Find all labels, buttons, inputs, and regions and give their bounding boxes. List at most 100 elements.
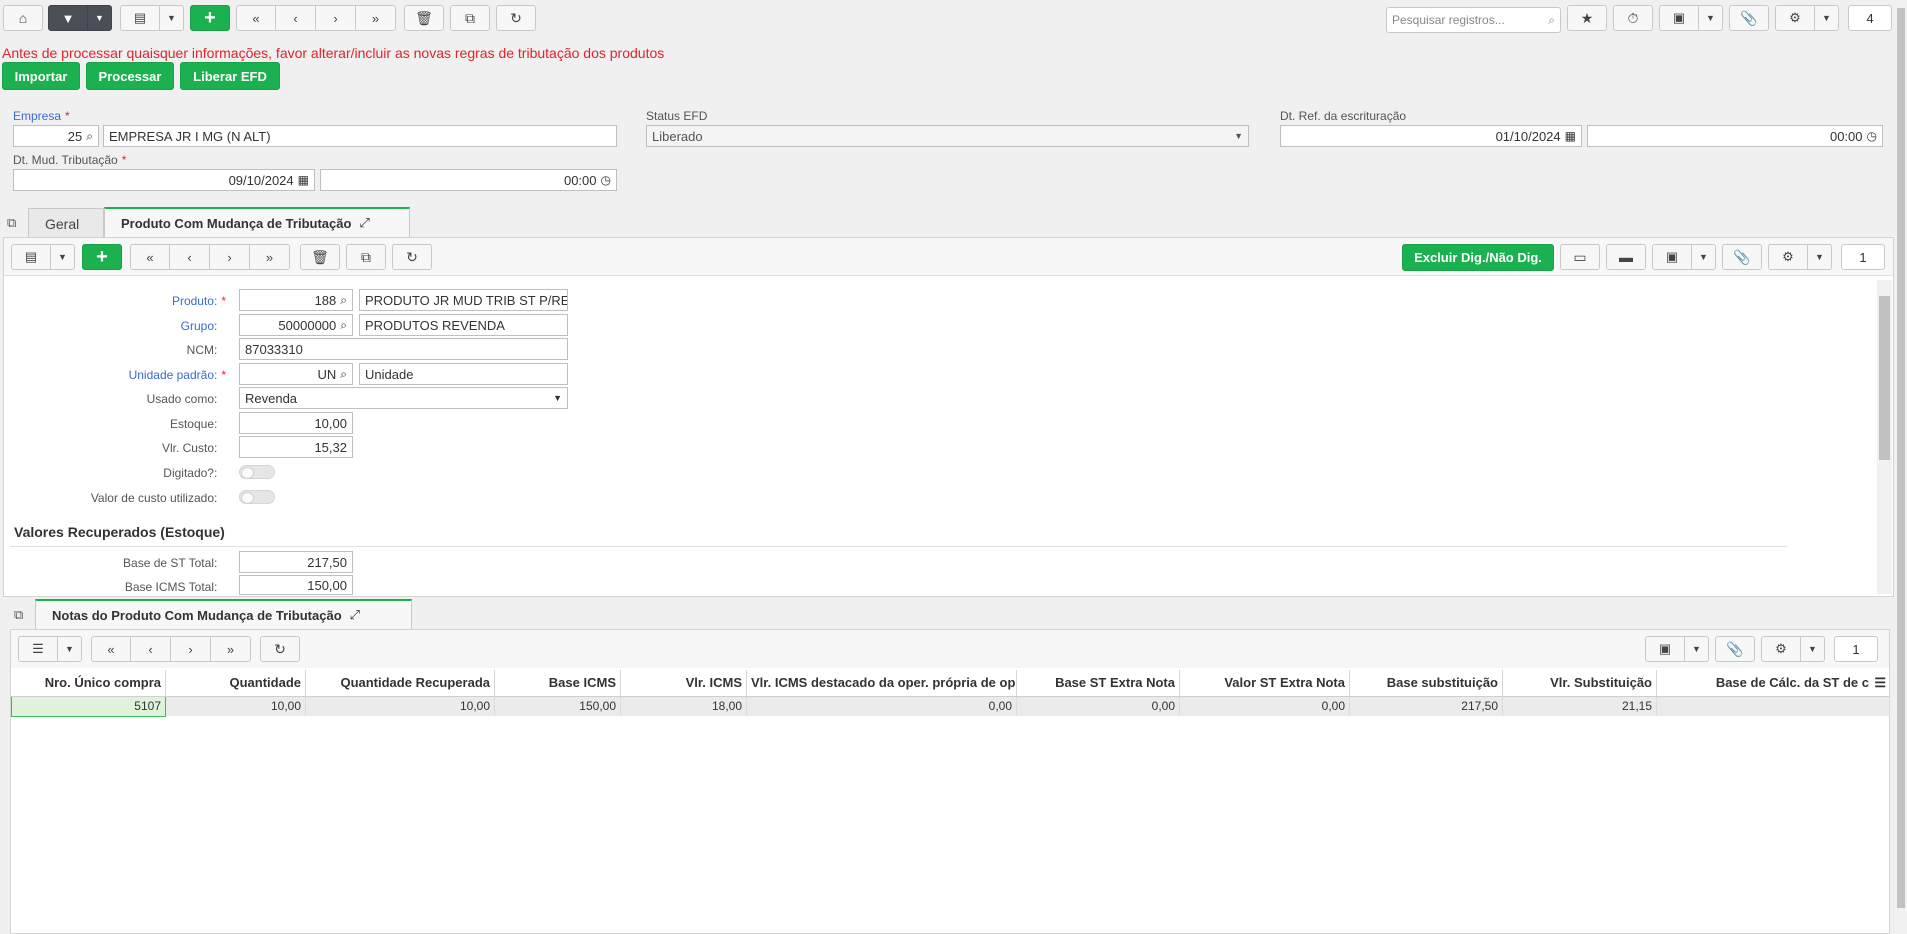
col-quantidade[interactable]: Quantidade xyxy=(165,670,306,697)
attach-button[interactable]: 📎 xyxy=(1729,5,1769,31)
valor-custo-utilizado-toggle[interactable] xyxy=(239,490,275,504)
filter-dropdown-button[interactable]: ▼ xyxy=(88,5,112,31)
col-quantidade-recuperada[interactable]: Quantidade Recuperada xyxy=(305,670,495,697)
dt-ref-date-field[interactable]: 01/10/2024 ▦ xyxy=(1280,125,1582,147)
col-vlr-substituicao[interactable]: Vlr. Substituição xyxy=(1502,670,1657,697)
layout-button[interactable]: ▬ xyxy=(1606,244,1646,270)
col-nro-unico[interactable]: Nro. Único compra xyxy=(11,670,166,697)
cell-nro-unico[interactable]: 5107 xyxy=(11,695,166,717)
ncm-field[interactable]: 87033310 xyxy=(239,338,568,360)
card-view-button[interactable]: ▭ xyxy=(1560,244,1600,270)
cell-vlr-icms[interactable]: 18,00 xyxy=(620,696,747,716)
page-scrollbar[interactable] xyxy=(1895,0,1907,934)
detail-export-dropdown-button[interactable]: ▼ xyxy=(1692,244,1716,270)
unidade-code-field[interactable]: UN ⌕ xyxy=(239,363,353,385)
last-record-button[interactable]: » xyxy=(356,5,396,31)
usado-como-select[interactable]: Revenda ▼ xyxy=(239,387,568,409)
home-button[interactable]: ⌂ xyxy=(3,5,43,31)
notas-first-button[interactable]: « xyxy=(91,636,131,662)
cell-base-calc-st[interactable] xyxy=(1656,696,1890,716)
prev-record-button[interactable]: ‹ xyxy=(276,5,316,31)
grupo-code-field[interactable]: 50000000 ⌕ xyxy=(239,314,353,336)
detail-refresh-button[interactable]: ↻ xyxy=(392,244,432,270)
produto-code-field[interactable]: 188 ⌕ xyxy=(239,289,353,311)
export-button[interactable]: ▣ xyxy=(1659,5,1699,31)
detail-settings-button[interactable]: ⚙ xyxy=(1768,244,1808,270)
cell-base-icms[interactable]: 150,00 xyxy=(494,696,621,716)
digitado-toggle[interactable] xyxy=(239,465,275,479)
table-row[interactable]: 5107 10,00 10,00 150,00 18,00 0,00 0,00 … xyxy=(11,695,1890,717)
cell-base-st-extra[interactable]: 0,00 xyxy=(1016,696,1180,716)
settings-dropdown-button[interactable]: ▼ xyxy=(1815,5,1839,31)
grid-view-dropdown-button[interactable]: ▼ xyxy=(160,5,184,31)
cell-quantidade[interactable]: 10,00 xyxy=(165,696,306,716)
notas-export-dropdown-button[interactable]: ▼ xyxy=(1685,636,1709,662)
col-base-substituicao[interactable]: Base substituição xyxy=(1349,670,1503,697)
processar-button[interactable]: Processar xyxy=(86,62,174,90)
scrollbar-thumb[interactable] xyxy=(1879,296,1890,460)
vlr-custo-field[interactable]: 15,32 xyxy=(239,436,353,458)
cell-vlr-substituicao[interactable]: 21,15 xyxy=(1502,696,1657,716)
notas-export-button[interactable]: ▣ xyxy=(1645,636,1685,662)
copy-button[interactable]: ⧉ xyxy=(450,5,490,31)
empresa-code-field[interactable]: 25 ⌕ xyxy=(13,125,99,147)
detail-settings-dropdown-button[interactable]: ▼ xyxy=(1808,244,1832,270)
col-vlr-icms-destacado[interactable]: Vlr. ICMS destacado da oper. própria de … xyxy=(746,670,1017,697)
detail-grid-button[interactable]: ▤ xyxy=(11,244,51,270)
dt-mud-time-field[interactable]: 00:00 ◷ xyxy=(320,169,617,191)
dt-mud-date-field[interactable]: 09/10/2024 ▦ xyxy=(13,169,315,191)
detail-last-button[interactable]: » xyxy=(250,244,290,270)
notas-settings-button[interactable]: ⚙ xyxy=(1761,636,1801,662)
liberar-efd-button[interactable]: Liberar EFD xyxy=(180,62,280,90)
dt-ref-time-field[interactable]: 00:00 ◷ xyxy=(1587,125,1883,147)
notas-settings-dropdown-button[interactable]: ▼ xyxy=(1801,636,1825,662)
column-menu-icon[interactable]: ☰ xyxy=(1874,675,1886,691)
notas-prev-button[interactable]: ‹ xyxy=(131,636,171,662)
cell-base-substituicao[interactable]: 217,50 xyxy=(1349,696,1503,716)
detail-grid-dropdown-button[interactable]: ▼ xyxy=(51,244,75,270)
tab-produto[interactable]: Produto Com Mudança de Tributação ⤢ xyxy=(104,207,410,237)
notas-list-dropdown-button[interactable]: ▼ xyxy=(58,636,82,662)
timer-button[interactable]: ⏱ xyxy=(1613,5,1653,31)
notas-refresh-button[interactable]: ↻ xyxy=(260,636,300,662)
grid-view-button[interactable]: ▤ xyxy=(120,5,160,31)
notas-list-button[interactable]: ☰ xyxy=(18,636,58,662)
detail-export-button[interactable]: ▣ xyxy=(1652,244,1692,270)
page-scrollbar-thumb[interactable] xyxy=(1897,8,1905,908)
first-record-button[interactable]: « xyxy=(236,5,276,31)
detail-add-button[interactable]: + xyxy=(82,244,122,270)
refresh-button[interactable]: ↻ xyxy=(496,5,536,31)
tab-geral[interactable]: Geral xyxy=(28,208,104,238)
notas-last-button[interactable]: » xyxy=(211,636,251,662)
add-button[interactable]: + xyxy=(190,5,230,31)
filter-button[interactable]: ▼ xyxy=(48,5,88,31)
detail-next-button[interactable]: › xyxy=(210,244,250,270)
detail-attach-button[interactable]: 📎 xyxy=(1722,244,1762,270)
cell-quantidade-recuperada[interactable]: 10,00 xyxy=(305,696,495,716)
export-dropdown-button[interactable]: ▼ xyxy=(1699,5,1723,31)
cell-valor-st-extra[interactable]: 0,00 xyxy=(1179,696,1350,716)
col-vlr-icms[interactable]: Vlr. ICMS xyxy=(620,670,747,697)
status-efd-select[interactable]: Liberado ▼ xyxy=(646,125,1249,147)
detail-scrollbar[interactable] xyxy=(1877,280,1892,594)
tab-notas[interactable]: Notas do Produto Com Mudança de Tributaç… xyxy=(35,599,412,629)
cell-vlr-icms-destacado[interactable]: 0,00 xyxy=(746,696,1017,716)
col-valor-st-extra[interactable]: Valor ST Extra Nota xyxy=(1179,670,1350,697)
detail-copy-button[interactable]: ⧉ xyxy=(346,244,386,270)
estoque-field[interactable]: 10,00 xyxy=(239,412,353,434)
detail-first-button[interactable]: « xyxy=(130,244,170,270)
detail-delete-button[interactable]: 🗑 xyxy=(300,244,340,270)
search-input[interactable]: Pesquisar registros... ⌕ xyxy=(1386,7,1561,33)
col-base-st-extra[interactable]: Base ST Extra Nota xyxy=(1016,670,1180,697)
notas-attach-button[interactable]: 📎 xyxy=(1715,636,1755,662)
next-record-button[interactable]: › xyxy=(316,5,356,31)
excluir-dig-button[interactable]: Excluir Dig./Não Dig. xyxy=(1402,244,1554,271)
detail-prev-button[interactable]: ‹ xyxy=(170,244,210,270)
col-base-calc-st[interactable]: Base de Cálc. da ST de c ☰ xyxy=(1656,670,1890,697)
notas-next-button[interactable]: › xyxy=(171,636,211,662)
importar-button[interactable]: Importar xyxy=(2,62,80,90)
settings-button[interactable]: ⚙ xyxy=(1775,5,1815,31)
favorite-button[interactable]: ★ xyxy=(1567,5,1607,31)
delete-button[interactable]: 🗑 xyxy=(404,5,444,31)
col-base-icms[interactable]: Base ICMS xyxy=(494,670,621,697)
